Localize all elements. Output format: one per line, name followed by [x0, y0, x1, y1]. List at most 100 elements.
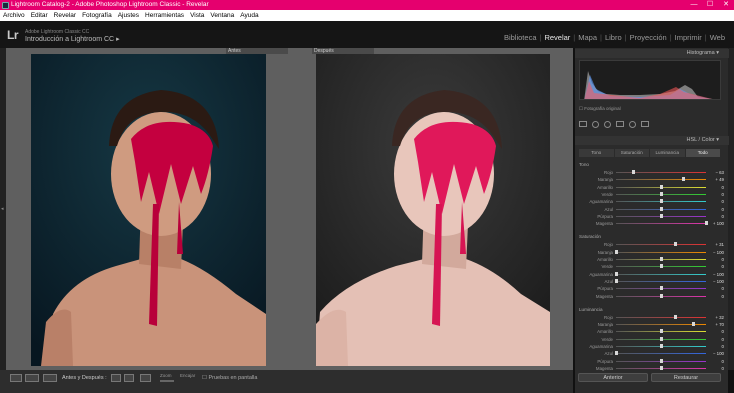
module-proyeccion[interactable]: Proyección — [627, 33, 670, 42]
slider-knob[interactable] — [660, 286, 663, 291]
module-mapa[interactable]: Mapa — [575, 33, 600, 42]
module-libro[interactable]: Libro — [602, 33, 625, 42]
slider-knob[interactable] — [660, 257, 663, 261]
loupe-view-icon[interactable] — [10, 374, 22, 382]
swap-button[interactable] — [111, 374, 121, 382]
crop-tool-icon[interactable] — [579, 121, 587, 127]
slider-value[interactable]: 0 — [708, 365, 724, 372]
module-biblioteca[interactable]: Biblioteca — [501, 33, 540, 42]
original-photo-checkbox[interactable]: ☐ Fotografía original — [579, 106, 621, 112]
slider-knob[interactable] — [660, 365, 663, 370]
slider-value[interactable]: + 70 — [708, 321, 724, 328]
slider-value[interactable]: 0 — [708, 191, 724, 198]
soft-proofing-checkbox[interactable]: ☐ Pruebas en pantalla — [202, 375, 257, 381]
menu-herramientas[interactable]: Herramientas — [142, 10, 187, 21]
slider-knob[interactable] — [615, 271, 618, 276]
slider-value[interactable]: + 100 — [708, 220, 724, 227]
menu-revelar[interactable]: Revelar — [51, 10, 79, 21]
red-eye-icon[interactable] — [604, 120, 611, 128]
slider-track[interactable] — [616, 251, 706, 253]
slider-value[interactable]: 0 — [708, 336, 724, 343]
slider-knob[interactable] — [660, 184, 663, 189]
slider-track[interactable] — [616, 179, 706, 181]
slider-value[interactable]: + 49 — [708, 176, 724, 183]
slider-value[interactable]: 0 — [708, 263, 724, 270]
after-photo[interactable] — [316, 54, 550, 366]
slider-knob[interactable] — [691, 322, 695, 327]
slider-value[interactable]: + 32 — [708, 314, 724, 321]
graduated-filter-icon[interactable] — [616, 121, 624, 127]
slider-value[interactable]: − 100 — [708, 350, 724, 357]
slider-knob[interactable] — [631, 170, 635, 174]
slider-value[interactable]: − 100 — [708, 271, 724, 278]
slider-value[interactable]: + 31 — [708, 241, 724, 248]
menu-editar[interactable]: Editar — [28, 10, 51, 21]
slider-knob[interactable] — [660, 199, 663, 204]
slider-value[interactable]: 0 — [708, 358, 724, 365]
radial-filter-icon[interactable] — [629, 120, 636, 128]
slider-track[interactable] — [616, 244, 706, 246]
menu-ventana[interactable]: Ventana — [207, 10, 237, 21]
maximize-button[interactable]: ☐ — [702, 0, 718, 10]
adjustment-brush-icon[interactable] — [641, 121, 649, 127]
minimize-button[interactable]: — — [686, 0, 702, 10]
slider-knob[interactable] — [660, 344, 663, 348]
module-revelar[interactable]: Revelar — [541, 33, 573, 42]
slider-knob[interactable] — [615, 351, 618, 356]
menu-ajustes[interactable]: Ajustes — [115, 10, 142, 21]
menu-archivo[interactable]: Archivo — [0, 10, 28, 21]
slider-track[interactable] — [616, 223, 706, 225]
reset-button[interactable]: Restaurar — [651, 373, 721, 382]
hsl-header[interactable]: HSL / Color ▾ — [575, 136, 729, 145]
slider-value[interactable]: 0 — [708, 184, 724, 191]
slider-knob[interactable] — [674, 314, 678, 319]
tab-luminancia[interactable]: Luminancia — [650, 149, 685, 157]
menu-fotografia[interactable]: Fotografía — [79, 10, 115, 21]
slider-value[interactable]: − 63 — [708, 169, 724, 176]
slider-knob[interactable] — [660, 264, 663, 269]
tab-saturacion[interactable]: Saturación — [614, 149, 649, 157]
slider-knob[interactable] — [660, 293, 663, 298]
copy-settings-button[interactable] — [124, 374, 134, 382]
slider-knob[interactable] — [615, 278, 618, 283]
menu-ayuda[interactable]: Ayuda — [237, 10, 261, 21]
grid-view-icon[interactable] — [25, 374, 39, 382]
slider-value[interactable]: − 100 — [708, 249, 724, 256]
slider-value[interactable]: 0 — [708, 328, 724, 335]
slider-value[interactable]: 0 — [708, 206, 724, 213]
slider-value[interactable]: 0 — [708, 198, 724, 205]
module-web[interactable]: Web — [707, 33, 728, 42]
slider-track[interactable] — [616, 353, 706, 355]
slider-knob[interactable] — [660, 213, 663, 218]
slider-value[interactable]: 0 — [708, 256, 724, 263]
slider-knob[interactable] — [682, 177, 686, 182]
slider-value[interactable]: − 100 — [708, 278, 724, 285]
slider-knob[interactable] — [673, 242, 677, 247]
slider-track[interactable] — [616, 316, 706, 318]
menu-vista[interactable]: Vista — [187, 10, 207, 21]
slider-knob[interactable] — [615, 249, 618, 254]
histogram-header[interactable]: Histograma ▾ — [575, 49, 729, 58]
slider-knob[interactable] — [660, 336, 663, 341]
slider-knob[interactable] — [660, 329, 663, 334]
slider-track[interactable] — [616, 280, 706, 282]
slider-value[interactable]: 0 — [708, 213, 724, 220]
slider-value[interactable]: 0 — [708, 285, 724, 292]
before-after-view-icon[interactable] — [43, 374, 57, 382]
zoom-slider[interactable] — [160, 380, 174, 382]
before-photo[interactable] — [31, 54, 266, 366]
dual-view-icon[interactable] — [140, 374, 151, 382]
slider-track[interactable] — [616, 172, 706, 173]
tab-todo[interactable]: Todo — [685, 149, 720, 157]
tab-tono[interactable]: Tono — [579, 149, 614, 157]
slider-track[interactable] — [616, 273, 706, 275]
slider-knob[interactable] — [660, 358, 663, 363]
slider-knob[interactable] — [660, 191, 663, 196]
module-imprimir[interactable]: Imprimir — [672, 33, 705, 42]
catalog-title[interactable]: Introducción a Lightroom CC ▸ — [25, 35, 120, 43]
close-button[interactable]: ✕ — [718, 0, 734, 10]
previous-button[interactable]: Anterior — [578, 373, 648, 382]
slider-value[interactable]: 0 — [708, 293, 724, 300]
slider-knob[interactable] — [660, 206, 663, 211]
spot-removal-icon[interactable] — [592, 120, 599, 128]
